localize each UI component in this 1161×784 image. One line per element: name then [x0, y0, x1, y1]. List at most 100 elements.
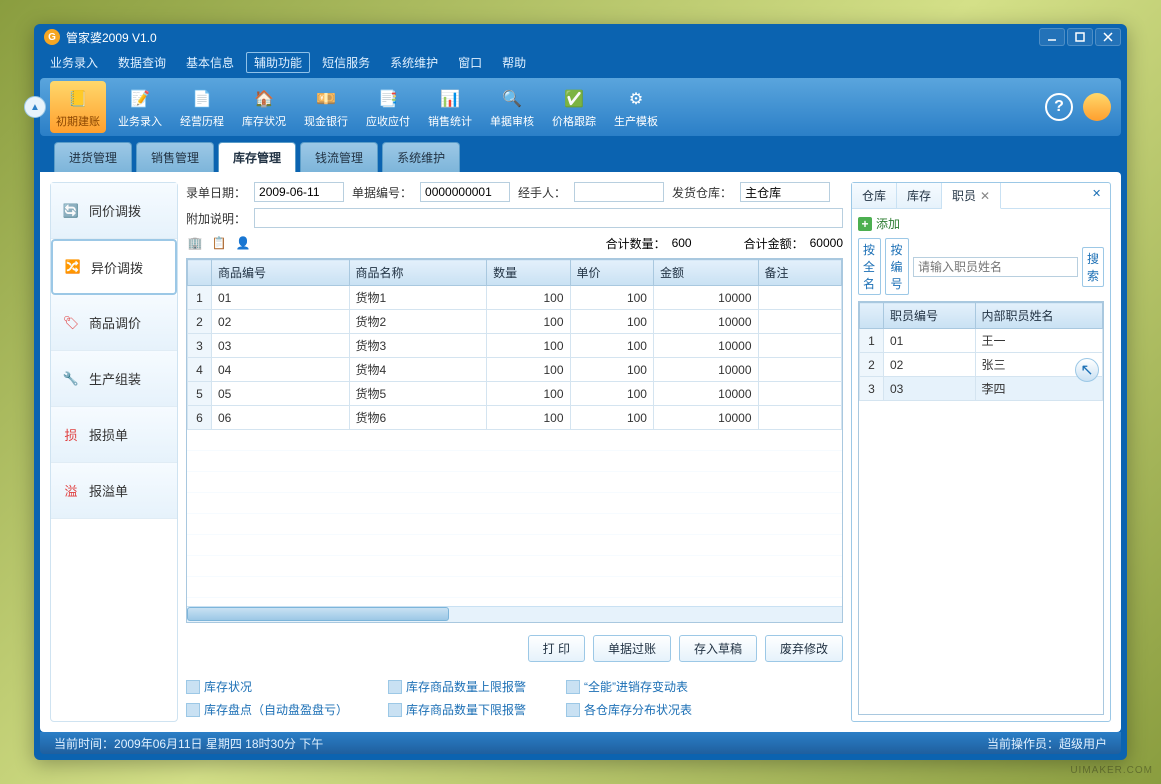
grid-row[interactable]: 202货物210010010000	[188, 310, 842, 334]
toolbtn-0[interactable]: 📒初期建账	[50, 81, 106, 133]
titlebar[interactable]: G 管家婆2009 V1.0	[34, 24, 1127, 50]
side-menu: 🔄同价调拨🔀异价调拨🏷商品调价🔧生产组装损报损单溢报溢单	[50, 182, 178, 722]
menu-7[interactable]: 帮助	[494, 52, 534, 73]
quicklink[interactable]: 库存商品数量上限报警	[388, 678, 526, 695]
toolbtn-8[interactable]: ✅价格跟踪	[546, 81, 602, 133]
menubar: 业务录入数据查询基本信息辅助功能短信服务系统维护窗口帮助	[34, 50, 1127, 74]
grid-row[interactable]: 404货物410010010000	[188, 358, 842, 382]
tab-0[interactable]: 进货管理	[54, 142, 132, 172]
tab-1[interactable]: 销售管理	[136, 142, 214, 172]
sp-row[interactable]: 303李四	[860, 377, 1103, 401]
toolbtn-6[interactable]: 📊销售统计	[422, 81, 478, 133]
grid-hscrollbar[interactable]	[187, 606, 842, 622]
menu-5[interactable]: 系统维护	[382, 52, 446, 73]
sideitem-3[interactable]: 🔧生产组装	[51, 351, 177, 407]
quicklink[interactable]: “全能”进销存变动表	[566, 678, 692, 695]
date-input[interactable]	[254, 182, 344, 202]
print-button[interactable]: 打 印	[528, 635, 585, 662]
items-grid[interactable]: 商品编号商品名称数量单价金额备注 101货物110010010000202货物2…	[187, 259, 842, 430]
grid-header[interactable]: 单价	[570, 260, 653, 286]
toolbtn-5[interactable]: 📑应收应付	[360, 81, 416, 133]
sideitem-5[interactable]: 溢报溢单	[51, 463, 177, 519]
post-button[interactable]: 单据过账	[593, 635, 671, 662]
tab-3[interactable]: 钱流管理	[300, 142, 378, 172]
sideitem-2[interactable]: 🏷商品调价	[51, 295, 177, 351]
sp-header[interactable]: 内部职员姓名	[975, 303, 1103, 329]
grid-header[interactable]: 金额	[653, 260, 758, 286]
tool-icon-9: ⚙	[622, 85, 650, 113]
grid-row[interactable]: 101货物110010010000	[188, 286, 842, 310]
sideitem-icon-4: 损	[61, 425, 81, 445]
toolbtn-7[interactable]: 🔍单据审核	[484, 81, 540, 133]
quicklink[interactable]: 库存商品数量下限报警	[388, 701, 526, 718]
handler-input[interactable]	[574, 182, 664, 202]
toolbtn-3[interactable]: 🏠库存状况	[236, 81, 292, 133]
sp-row[interactable]: 101王一	[860, 329, 1103, 353]
menu-0[interactable]: 业务录入	[42, 52, 106, 73]
add-link[interactable]: + 添加	[858, 215, 1104, 232]
building-icon[interactable]: 🏢	[186, 234, 204, 252]
main-panel: 录单日期： 单据编号： 经手人： 发货仓库： 附加说明： 🏢 📋 👤 合计数量：…	[186, 182, 843, 722]
menu-6[interactable]: 窗口	[450, 52, 490, 73]
close-button[interactable]	[1095, 28, 1121, 46]
sp-row[interactable]: 202张三	[860, 353, 1103, 377]
sp-header[interactable]	[860, 303, 884, 329]
warehouse-input[interactable]	[740, 182, 830, 202]
draft-button[interactable]: 存入草稿	[679, 635, 757, 662]
discard-button[interactable]: 废弃修改	[765, 635, 843, 662]
menu-3[interactable]: 辅助功能	[246, 52, 310, 73]
grid-header[interactable]: 商品编号	[212, 260, 350, 286]
tool-icon-2: 📄	[188, 85, 216, 113]
doc-input[interactable]	[420, 182, 510, 202]
sptab-2[interactable]: 职员✕	[942, 183, 1001, 209]
quicklink[interactable]: 库存盘点（自动盘盈盘亏）	[186, 701, 348, 718]
sidepanel-close-icon[interactable]: ✕	[1092, 187, 1106, 201]
menu-2[interactable]: 基本信息	[178, 52, 242, 73]
sidepanel-grid-wrap: 职员编号内部职员姓名 101王一202张三303李四 ↖	[858, 301, 1104, 715]
tool-icon-3: 🏠	[250, 85, 278, 113]
search-input[interactable]	[913, 257, 1078, 277]
menu-1[interactable]: 数据查询	[110, 52, 174, 73]
grid-header[interactable]: 备注	[758, 260, 841, 286]
sideitem-icon-2: 🏷	[61, 313, 81, 333]
link-icon	[186, 703, 200, 717]
toolbar-collapse-icon[interactable]: ▲	[24, 96, 46, 118]
grid-row[interactable]: 303货物310010010000	[188, 334, 842, 358]
grid-header[interactable]	[188, 260, 212, 286]
list-icon[interactable]: 📋	[210, 234, 228, 252]
search-by-name-button[interactable]: 按全名	[858, 238, 881, 295]
sideitem-0[interactable]: 🔄同价调拨	[51, 183, 177, 239]
grid-header[interactable]: 数量	[487, 260, 570, 286]
toolbtn-4[interactable]: 💴现金银行	[298, 81, 354, 133]
sideitem-4[interactable]: 损报损单	[51, 407, 177, 463]
menu-4[interactable]: 短信服务	[314, 52, 378, 73]
help-icon[interactable]: ?	[1045, 93, 1073, 121]
grid-header[interactable]: 商品名称	[349, 260, 487, 286]
sptab-0[interactable]: 仓库	[852, 183, 897, 208]
sp-header[interactable]: 职员编号	[884, 303, 976, 329]
scroll-up-icon[interactable]: ↖	[1075, 358, 1099, 382]
note-input[interactable]	[254, 208, 843, 228]
sideitem-1[interactable]: 🔀异价调拨	[51, 239, 177, 295]
grid-row[interactable]: 505货物510010010000	[188, 382, 842, 406]
person-icon[interactable]: 👤	[234, 234, 252, 252]
status-time-label: 当前时间：	[54, 735, 114, 752]
quicklink[interactable]: 各仓库存分布状况表	[566, 701, 692, 718]
toolbtn-9[interactable]: ⚙生产模板	[608, 81, 664, 133]
tab-2[interactable]: 库存管理	[218, 142, 296, 172]
search-button[interactable]: 搜索	[1082, 247, 1104, 287]
minimize-button[interactable]	[1039, 28, 1065, 46]
sptab-close-icon[interactable]: ✕	[980, 189, 990, 203]
search-row: 按全名 按编号 搜索	[858, 238, 1104, 295]
search-by-code-button[interactable]: 按编号	[885, 238, 908, 295]
toolbtn-1[interactable]: 📝业务录入	[112, 81, 168, 133]
tab-4[interactable]: 系统维护	[382, 142, 460, 172]
quicklink[interactable]: 库存状况	[186, 678, 348, 695]
employee-grid[interactable]: 职员编号内部职员姓名 101王一202张三303李四	[859, 302, 1103, 401]
side-panel: ✕ 仓库库存职员✕ + 添加 按全名 按编号 搜索 职员编号内部职员姓名 101…	[851, 182, 1111, 722]
grid-row[interactable]: 606货物610010010000	[188, 406, 842, 430]
toolbtn-2[interactable]: 📄经营历程	[174, 81, 230, 133]
maximize-button[interactable]	[1067, 28, 1093, 46]
content-area: 🔄同价调拨🔀异价调拨🏷商品调价🔧生产组装损报损单溢报溢单 录单日期： 单据编号：…	[40, 172, 1121, 732]
sptab-1[interactable]: 库存	[897, 183, 942, 208]
